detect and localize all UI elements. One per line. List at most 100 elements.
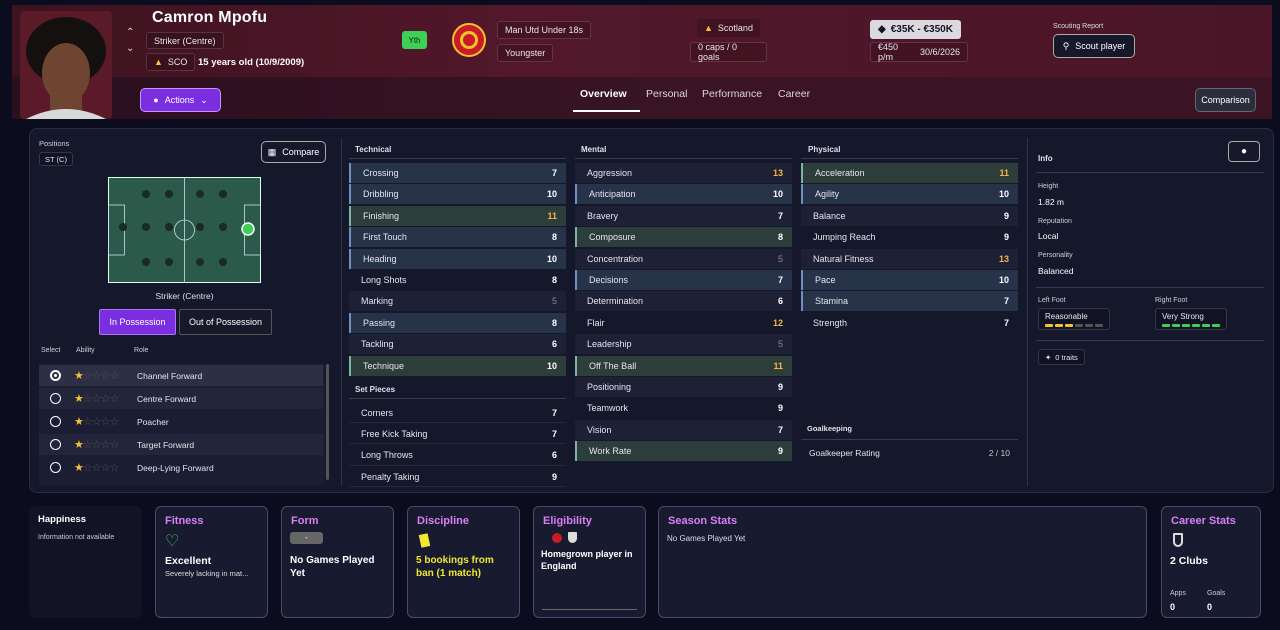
transfer-value: ◆ €35K - €350K (870, 20, 961, 39)
tab-career[interactable]: Career (778, 88, 810, 100)
attribute-row[interactable]: Dribbling 10 (349, 184, 566, 205)
nation-badge[interactable]: ▲ Scotland (697, 19, 760, 37)
attribute-name: Work Rate (589, 446, 632, 457)
attribute-row[interactable]: Jumping Reach 9 (801, 227, 1018, 247)
attribute-row[interactable]: Tackling 6 (349, 334, 566, 355)
right-foot-value: Very Strong (1162, 312, 1204, 321)
discipline-card[interactable]: Discipline 5 bookings from ban (1 match) (407, 506, 520, 618)
england-crest-icon (568, 532, 577, 543)
attribute-row[interactable]: Corners 7 (349, 403, 566, 423)
attribute-row[interactable]: Bravery 7 (575, 205, 792, 226)
attribute-row[interactable]: Free Kick Taking 7 (349, 424, 566, 445)
happiness-title: Happiness (38, 514, 87, 525)
tab-personal[interactable]: Personal (646, 88, 687, 100)
happiness-card[interactable]: Happiness Information not available (29, 506, 142, 618)
attribute-row[interactable]: Teamwork 9 (575, 398, 792, 418)
next-player-chevron-icon[interactable]: ⌄ (126, 43, 134, 54)
attribute-row[interactable]: First Touch 8 (349, 227, 566, 248)
role-item[interactable]: ★☆☆☆☆ Centre Forward (39, 388, 323, 409)
radio-button[interactable] (50, 462, 61, 473)
foot-meter-segment (1055, 324, 1063, 327)
foot-meter-segment (1182, 324, 1190, 327)
club-crest-icon[interactable] (452, 23, 486, 57)
scout-player-button[interactable]: ⚲ Scout player (1053, 34, 1135, 58)
foot-meter-segment (1212, 324, 1220, 327)
right-foot-label: Right Foot (1155, 297, 1188, 304)
out-of-possession-toggle[interactable]: Out of Possession (179, 309, 272, 335)
attribute-row[interactable]: Work Rate 9 (575, 441, 792, 462)
tag-icon: ◆ (878, 24, 886, 35)
prev-player-chevron-icon[interactable]: ⌃ (126, 27, 134, 38)
radio-button[interactable] (50, 416, 61, 427)
attribute-row[interactable]: Flair 12 (575, 313, 792, 333)
role-item[interactable]: ★☆☆☆☆ Target Forward (39, 434, 323, 455)
attribute-row[interactable]: Stamina 7 (801, 291, 1018, 312)
compare-button[interactable]: ▦ Compare (261, 141, 326, 163)
attribute-row[interactable]: Marking 5 (349, 291, 566, 312)
attribute-row[interactable]: Passing 8 (349, 312, 566, 333)
radio-button[interactable] (50, 439, 61, 450)
career-stats-card[interactable]: Career Stats 2 Clubs Apps 0 Goals 0 (1161, 506, 1261, 618)
fitness-card[interactable]: Fitness ♡ Excellent Severely lacking in … (155, 506, 268, 618)
radio-selected[interactable] (50, 370, 61, 381)
attribute-value: 6 (551, 450, 557, 461)
actions-button[interactable]: ● Actions ⌄ (140, 88, 221, 112)
attribute-row[interactable]: Acceleration 11 (801, 163, 1018, 183)
attribute-row[interactable]: Leadership 5 (575, 334, 792, 355)
attribute-row[interactable]: Crossing 7 (349, 163, 566, 183)
personality-value: Balanced (1038, 266, 1074, 276)
attribute-row[interactable]: Concentration 5 (575, 248, 792, 269)
traits-badge[interactable]: ✦ 0 traits (1038, 349, 1085, 365)
comparison-button[interactable]: Comparison (1195, 88, 1256, 112)
attribute-row[interactable]: Balance 9 (801, 205, 1018, 226)
attribute-row[interactable]: Heading 10 (349, 248, 566, 269)
role-item[interactable]: ★☆☆☆☆ Poacher (39, 411, 323, 432)
attribute-row[interactable]: Long Throws 6 (349, 446, 566, 466)
attribute-name: Agility (815, 189, 840, 200)
attribute-row[interactable]: Finishing 11 (349, 205, 566, 226)
attribute-row[interactable]: Natural Fitness 13 (801, 248, 1018, 269)
attribute-name: Heading (363, 253, 397, 264)
tab-performance[interactable]: Performance (702, 88, 762, 100)
info-options-button[interactable]: ● (1228, 141, 1260, 162)
attribute-value: 11 (773, 360, 783, 371)
goalkeeper-rating-label: Goalkeeper Rating (809, 448, 880, 458)
youth-badge: Yth (402, 31, 427, 49)
attribute-name: Acceleration (815, 168, 865, 178)
club-name[interactable]: Man Utd Under 18s (497, 21, 592, 39)
attribute-value: 5 (777, 339, 783, 350)
fitness-status: Excellent (165, 555, 212, 567)
attribute-row[interactable]: Pace 10 (801, 270, 1018, 290)
chevron-down-icon: ⌄ (200, 94, 208, 105)
attribute-name: Stamina (815, 296, 849, 307)
eligibility-card[interactable]: Eligibility Homegrown player in England (533, 506, 646, 618)
attribute-row[interactable]: Anticipation 10 (575, 184, 792, 205)
attribute-row[interactable]: Composure 8 (575, 227, 792, 248)
tab-overview[interactable]: Overview (580, 88, 627, 100)
star-rating-icon: ★☆☆☆☆ (74, 393, 119, 405)
attribute-row[interactable]: Technique 10 (349, 355, 566, 376)
season-stats-card[interactable]: Season Stats No Games Played Yet (658, 506, 1147, 618)
attribute-row[interactable]: Decisions 7 (575, 270, 792, 290)
attribute-row[interactable]: Aggression 13 (575, 163, 792, 183)
left-foot-label: Left Foot (1038, 297, 1066, 304)
attribute-row[interactable]: Determination 6 (575, 291, 792, 312)
player-name: Camron Mpofu (152, 9, 268, 26)
role-list-scrollbar[interactable] (326, 364, 329, 480)
attribute-row[interactable]: Long Shots 8 (349, 270, 566, 290)
attribute-row[interactable]: Vision 7 (575, 419, 792, 440)
attribute-row[interactable]: Penalty Taking 9 (349, 467, 566, 488)
attribute-name: Finishing (363, 210, 400, 221)
form-card[interactable]: Form - No Games Played Yet (281, 506, 394, 618)
role-item[interactable]: ★☆☆☆☆ Deep-Lying Forward (39, 457, 323, 478)
attribute-value: 8 (551, 275, 557, 285)
radio-button[interactable] (50, 393, 61, 404)
attribute-value: 9 (1003, 210, 1009, 221)
attribute-row[interactable]: Positioning 9 (575, 377, 792, 397)
role-item[interactable]: ★☆☆☆☆ Channel Forward (39, 365, 323, 386)
sparkle-icon: ✦ (1045, 352, 1052, 362)
attribute-row[interactable]: Strength 7 (801, 313, 1018, 333)
in-possession-toggle[interactable]: In Possession (99, 309, 176, 335)
attribute-row[interactable]: Off The Ball 11 (575, 355, 792, 376)
attribute-row[interactable]: Agility 10 (801, 184, 1018, 205)
